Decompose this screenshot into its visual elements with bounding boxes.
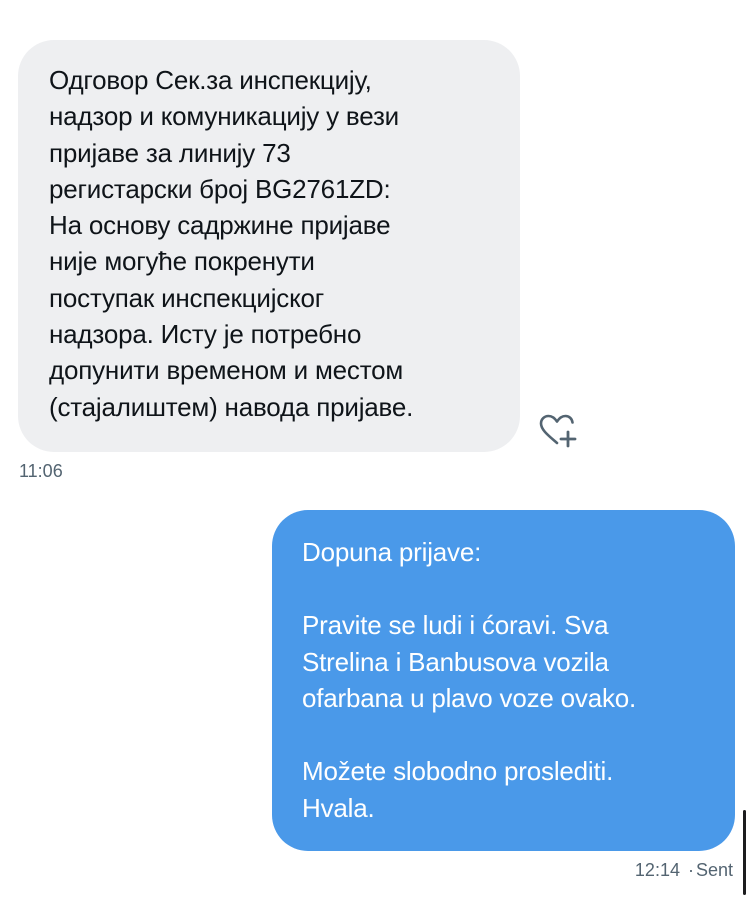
incoming-message-time: 11:06	[19, 461, 63, 481]
heart-plus-icon[interactable]	[537, 410, 579, 450]
outgoing-message-bubble[interactable]: Dopuna prijave: Pravite se ludi i ćoravi…	[272, 510, 735, 851]
message-line: није могуће покренути	[49, 246, 315, 277]
message-line: надзор и комуникацију у вези	[49, 101, 399, 132]
message-line: На основу садржине пријаве	[49, 210, 391, 241]
heart-plus-icon-graphic	[539, 414, 577, 448]
message-line: Strelina i Banbusova vozila	[302, 646, 609, 677]
message-line: регистарски број BG2761ZD:	[49, 173, 391, 204]
message-line	[302, 717, 719, 754]
dm-conversation: Одговор Сек.за инспекцију, надзор и кому…	[0, 0, 751, 900]
message-line	[302, 571, 719, 608]
message-line: Одговор Сек.за инспекцију,	[49, 65, 372, 95]
outgoing-message-time: 12:14	[634, 860, 680, 880]
message-line: пријаве за линију 73	[49, 137, 291, 168]
sent-status: Sent	[695, 860, 733, 880]
message-line: поступак инспекцијског	[49, 282, 325, 313]
meta-separator: ·	[687, 860, 694, 880]
scrollbar[interactable]	[743, 810, 746, 895]
message-line: Pravite se ludi i ćoravi. Sva	[302, 610, 609, 640]
message-line: ofarbana u plavo voze ovako.	[302, 683, 637, 713]
message-line: (стајалиштем) навода пријаве.	[49, 391, 414, 422]
message-line: Hvala.	[302, 792, 375, 823]
message-line: надзора. Исту је потребно	[49, 319, 362, 350]
message-line: Dopuna prijave:	[302, 537, 482, 567]
message-line: допунити временом и местом	[49, 355, 404, 386]
incoming-message-bubble[interactable]: Одговор Сек.за инспекцију, надзор и кому…	[18, 40, 520, 452]
message-line: Možete slobodno proslediti.	[302, 756, 614, 786]
outgoing-message-meta: 12:14 · Sent	[635, 860, 733, 881]
